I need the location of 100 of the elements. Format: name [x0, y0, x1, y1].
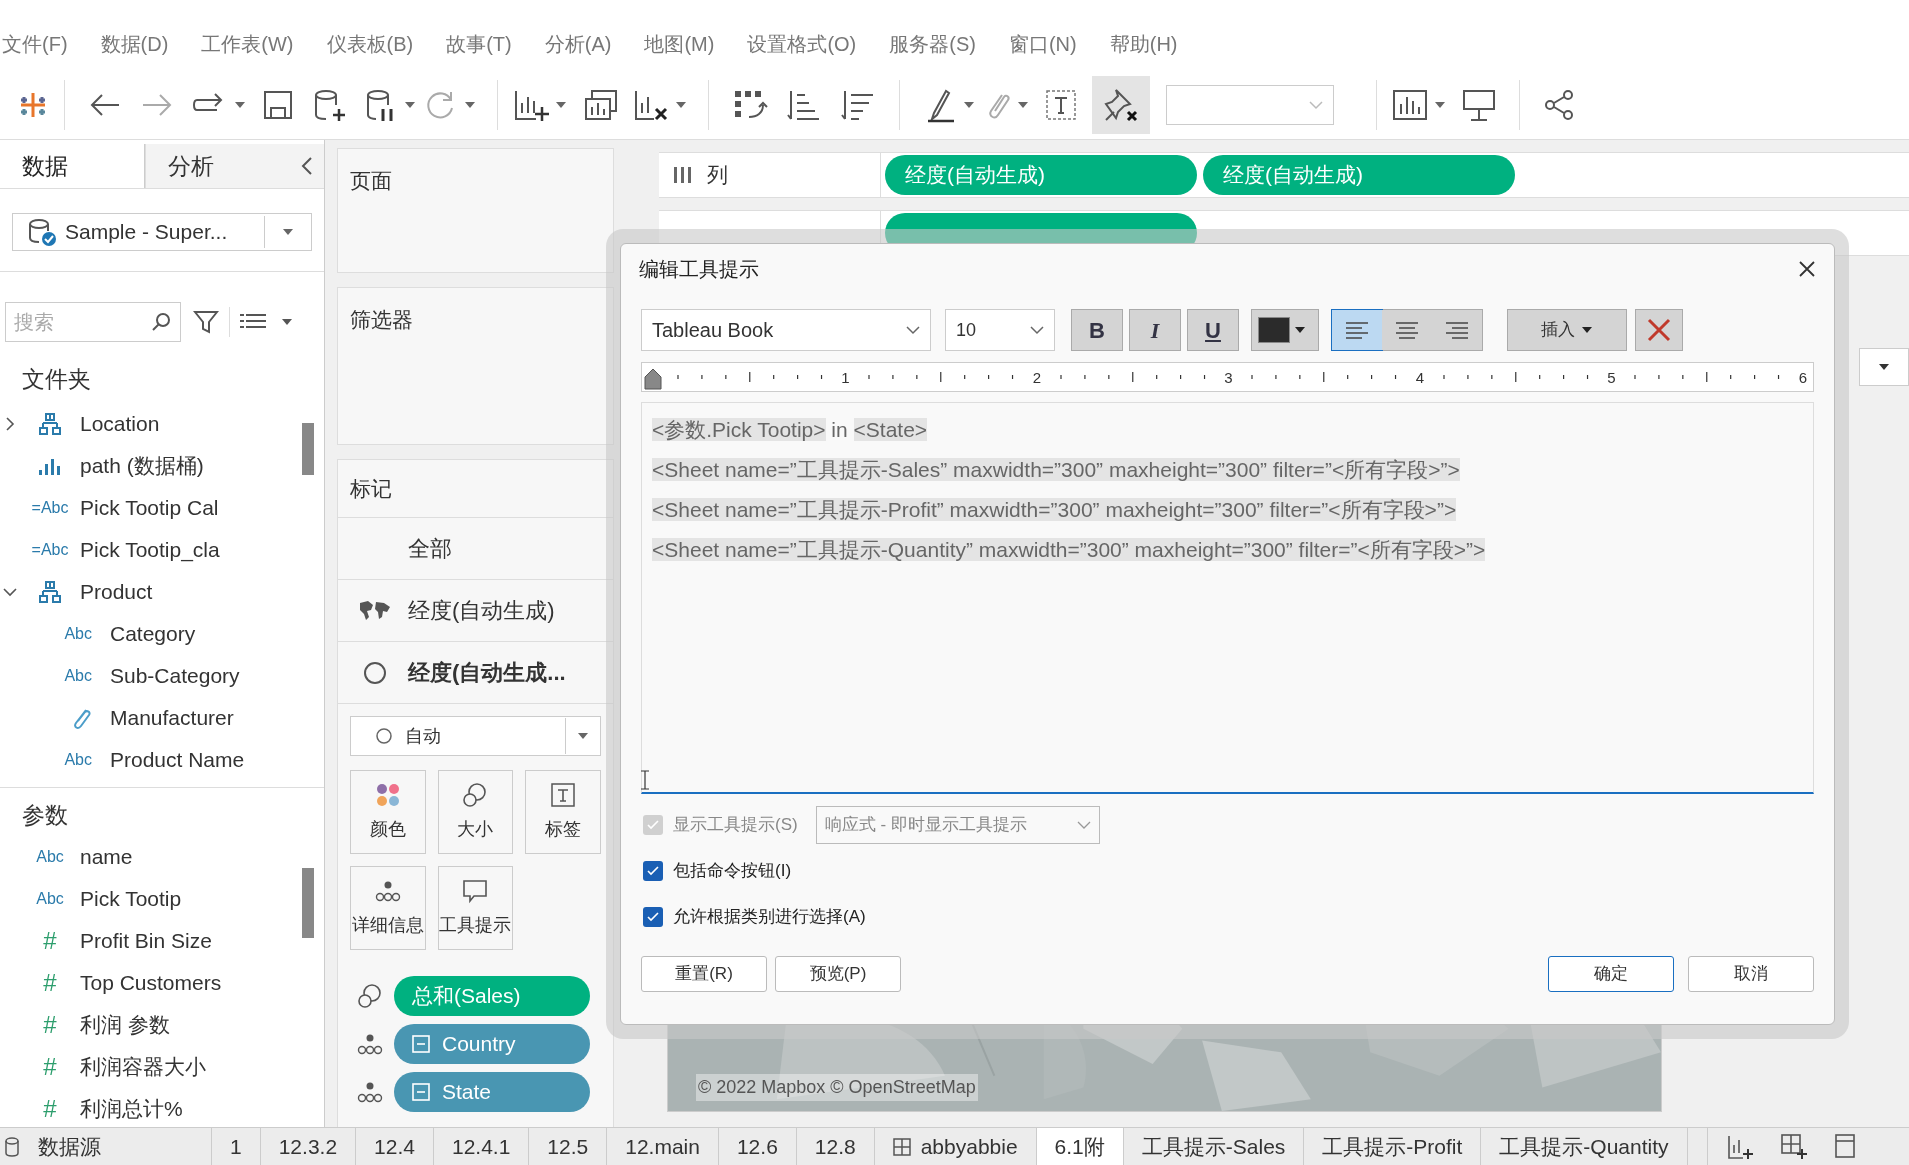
checkbox[interactable] — [643, 861, 663, 881]
chevron-down-icon[interactable] — [3, 586, 17, 597]
field-item[interactable]: Location — [80, 407, 160, 440]
menu-item[interactable]: 设置格式(O) — [747, 29, 857, 59]
filter-icon[interactable] — [193, 309, 219, 335]
font-size-dropdown[interactable]: 10 — [945, 309, 1055, 351]
mark-property-button[interactable]: 工具提示 — [437, 866, 514, 950]
caret-icon[interactable] — [233, 99, 247, 110]
checkbox[interactable] — [643, 907, 663, 927]
caret-icon[interactable] — [463, 99, 477, 110]
sheet-tab[interactable]: 6.1附 — [1036, 1128, 1124, 1165]
text-box-icon[interactable] — [1044, 87, 1078, 122]
field-item[interactable]: Pick Tootip — [80, 883, 182, 915]
check-icon — [646, 911, 660, 923]
pane-tab[interactable]: 分析 — [145, 144, 290, 188]
size-circles-icon — [462, 781, 489, 808]
field-item[interactable]: 利润总计% — [80, 1093, 183, 1125]
field-type-label: # — [43, 968, 57, 998]
mark-property-button[interactable]: 大小 — [437, 770, 514, 854]
mark-type-dropdown[interactable]: 自动 — [350, 716, 601, 756]
dropdown-field[interactable] — [1166, 84, 1334, 125]
caret-icon[interactable] — [962, 99, 976, 110]
card-title: 筛选器 — [350, 308, 413, 331]
caret-icon[interactable] — [674, 99, 688, 110]
caret-icon[interactable] — [280, 317, 294, 327]
datasource-dropdown[interactable]: Sample - Super... — [12, 212, 312, 251]
scrollbar-thumb[interactable] — [302, 868, 314, 938]
field-item[interactable]: Product — [80, 575, 153, 608]
mark-property-button[interactable]: 详细信息 — [350, 866, 426, 950]
mark-property-button[interactable]: 颜色 — [350, 770, 426, 854]
field-item[interactable]: name — [80, 841, 133, 873]
caret-icon[interactable] — [1016, 99, 1030, 110]
share-icon[interactable] — [1542, 87, 1576, 122]
mark-property-button[interactable]: 标签 — [525, 770, 601, 854]
dialog-button[interactable]: 预览(P) — [775, 956, 901, 992]
field-item[interactable]: Pick Tootip Cal — [80, 491, 219, 524]
caret-icon[interactable] — [281, 226, 295, 237]
dialog-button[interactable]: 重置(R) — [641, 956, 767, 992]
align-button[interactable] — [1332, 310, 1382, 350]
new-dashboard-icon[interactable] — [1779, 1132, 1808, 1161]
size-circles-icon — [357, 983, 383, 1009]
insert-button[interactable]: 插入 — [1507, 309, 1627, 351]
field-item[interactable]: Pick Tootip_cla — [80, 533, 220, 566]
close-icon[interactable] — [1798, 260, 1816, 278]
field-item[interactable]: path (数据桶) — [80, 449, 204, 482]
menu-item[interactable]: 文件(F) — [2, 29, 68, 59]
dashboard-grid-icon — [892, 1137, 911, 1156]
show-me-chart-icon[interactable] — [1391, 87, 1429, 122]
clear-button[interactable] — [1635, 309, 1683, 351]
editor-line: <参数.Pick Tootip> in <State> — [652, 417, 929, 443]
format-button[interactable]: U — [1187, 309, 1239, 351]
caret-icon[interactable] — [403, 99, 417, 110]
delete-x-icon — [1647, 318, 1671, 342]
datasource-name: Sample - Super... — [65, 219, 228, 246]
database-check-icon — [27, 216, 57, 247]
menu-item[interactable]: 服务器(S) — [889, 29, 976, 59]
search-input[interactable]: 搜索 — [6, 303, 150, 341]
caret-icon[interactable] — [554, 99, 568, 110]
font-dropdown[interactable]: Tableau Book — [641, 309, 931, 351]
format-button[interactable]: B — [1071, 309, 1123, 351]
menu-item[interactable]: 工作表(W) — [201, 29, 294, 59]
align-button[interactable] — [1432, 310, 1482, 350]
field-item[interactable]: Sub-Category — [110, 659, 240, 692]
field-item[interactable]: 利润容器大小 — [80, 1051, 206, 1083]
chevron-right-icon[interactable] — [5, 416, 15, 431]
field-item[interactable]: Profit Bin Size — [80, 925, 212, 957]
menu-item[interactable]: 仪表板(B) — [326, 29, 414, 59]
search-field[interactable]: 搜索 — [5, 302, 181, 342]
marks-layer[interactable]: 经度(自动生成) — [338, 580, 613, 642]
menu-item[interactable]: 故事(T) — [446, 29, 512, 59]
dialog-button[interactable]: 取消 — [1688, 956, 1814, 992]
marks-layer[interactable]: 全部 — [338, 518, 613, 580]
marks-layer[interactable]: 经度(自动生成... — [338, 642, 613, 704]
tooltip-mode-dropdown[interactable]: 响应式 - 即时显示工具提示 — [815, 806, 1100, 844]
search-icon[interactable] — [150, 311, 172, 333]
field-item[interactable]: Category — [110, 617, 196, 650]
menu-item[interactable]: 窗口(N) — [1008, 29, 1077, 59]
text-color-button[interactable] — [1251, 309, 1319, 351]
field-item[interactable]: Product Name — [110, 743, 245, 776]
field-item[interactable]: 利润 参数 — [80, 1009, 170, 1041]
caret-icon[interactable] — [1433, 99, 1447, 110]
tooltip-editor[interactable] — [641, 402, 1814, 794]
menu-item[interactable]: 数据(D) — [100, 29, 169, 59]
scrollbar-thumb[interactable] — [302, 423, 314, 475]
field-type-label: Abc — [36, 889, 64, 909]
menu-item[interactable]: 分析(A) — [544, 29, 612, 59]
align-button[interactable] — [1382, 310, 1432, 350]
format-button[interactable]: I — [1129, 309, 1181, 351]
collapse-chevron-icon[interactable] — [300, 155, 314, 176]
indent-marker-icon[interactable] — [644, 367, 662, 391]
field-type-label: Abc — [64, 749, 92, 770]
circle-icon — [375, 727, 393, 745]
new-story-icon[interactable] — [1833, 1132, 1856, 1161]
menu-item[interactable]: 地图(M) — [644, 29, 715, 59]
dialog-button[interactable]: 确定 — [1548, 956, 1674, 992]
field-item[interactable]: Top Customers — [80, 967, 222, 999]
field-type-label: Abc — [36, 847, 64, 867]
map-attribution: © 2022 Mapbox © OpenStreetMap — [696, 1074, 978, 1101]
menu-item[interactable]: 帮助(H) — [1109, 29, 1178, 59]
field-item[interactable]: Manufacturer — [110, 701, 234, 734]
